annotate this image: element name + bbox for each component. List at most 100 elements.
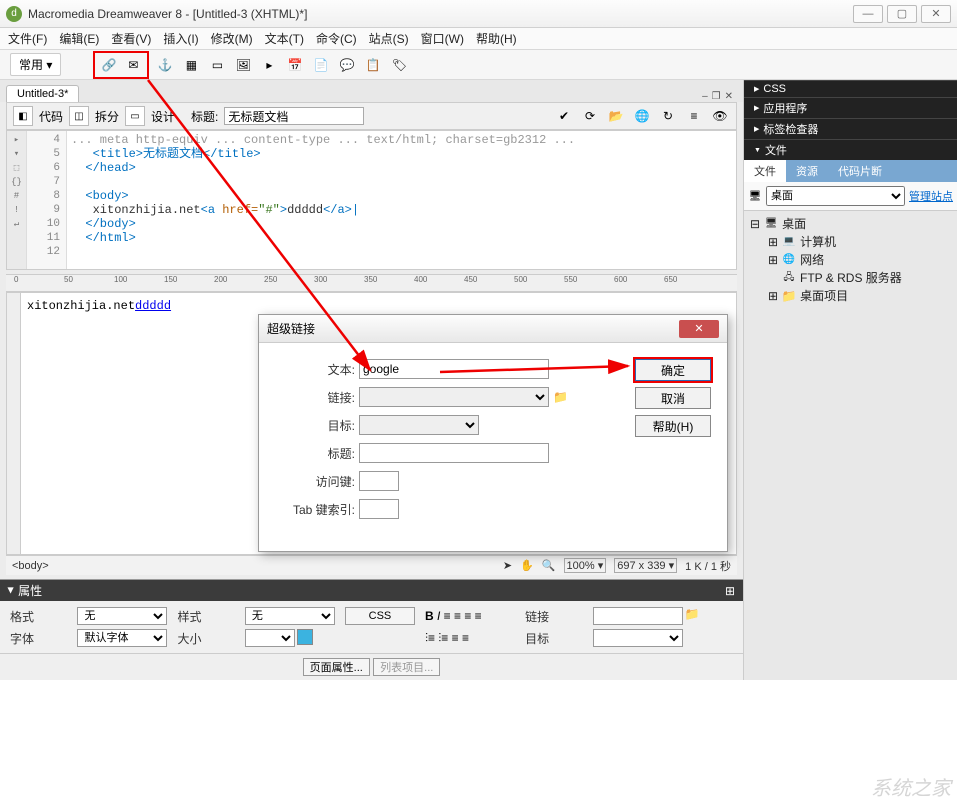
doc-minimize-icon[interactable]: – bbox=[702, 91, 708, 102]
file-mgmt-icon[interactable]: 📂 bbox=[606, 106, 626, 126]
dlg-help-button[interactable]: 帮助(H) bbox=[635, 415, 711, 437]
tab-snippets[interactable]: 代码片断 bbox=[828, 160, 892, 182]
hand-tool-icon[interactable]: ✋ bbox=[520, 559, 534, 572]
manage-site-link[interactable]: 管理站点 bbox=[909, 188, 953, 204]
comment-icon[interactable]: 💬 bbox=[337, 55, 357, 75]
menu-help[interactable]: 帮助(H) bbox=[476, 30, 517, 47]
code-expand-icon[interactable]: ▾ bbox=[14, 149, 19, 159]
dlg-title-input[interactable] bbox=[359, 443, 549, 463]
menu-file[interactable]: 文件(F) bbox=[8, 30, 47, 47]
table-icon[interactable]: ▦ bbox=[181, 55, 201, 75]
menu-window[interactable]: 窗口(W) bbox=[421, 30, 464, 47]
balance-braces-icon[interactable]: {} bbox=[11, 177, 22, 187]
validate-icon[interactable]: ✔ bbox=[554, 106, 574, 126]
window-size-select[interactable]: 697 x 339 ▾ bbox=[614, 558, 677, 573]
link-input[interactable] bbox=[593, 607, 683, 625]
doc-close-icon[interactable]: ✕ bbox=[725, 91, 733, 102]
close-button[interactable]: ✕ bbox=[921, 5, 951, 23]
size-label: 大小 bbox=[177, 630, 234, 647]
css-button[interactable]: CSS bbox=[345, 607, 415, 625]
italic-button[interactable]: I bbox=[437, 609, 440, 623]
menu-site[interactable]: 站点(S) bbox=[369, 30, 409, 47]
bold-button[interactable]: B bbox=[425, 609, 434, 623]
design-view-label[interactable]: 设计 bbox=[151, 108, 175, 125]
image-icon[interactable]: 🖼 bbox=[233, 55, 253, 75]
zoom-select[interactable]: 100% ▾ bbox=[564, 558, 607, 573]
layer-icon[interactable]: ▭ bbox=[207, 55, 227, 75]
style-select[interactable]: 无 bbox=[245, 607, 335, 625]
dlg-accesskey-input[interactable] bbox=[359, 471, 399, 491]
split-view-button[interactable]: ◫ bbox=[69, 106, 89, 126]
panel-tag-inspector[interactable]: 标签检查器 bbox=[744, 118, 957, 139]
zoom-tool-icon[interactable]: 🔍 bbox=[542, 559, 556, 572]
highlight-invalid-icon[interactable]: ! bbox=[14, 205, 19, 215]
list-item-button[interactable]: 列表项目... bbox=[373, 658, 440, 676]
dlg-ok-button[interactable]: 确定 bbox=[635, 359, 711, 381]
code-body[interactable]: ... meta http-equiv ... content-type ...… bbox=[67, 131, 736, 269]
browser-check-icon[interactable]: ⟳ bbox=[580, 106, 600, 126]
dialog-close-button[interactable]: ✕ bbox=[679, 320, 719, 338]
date-icon[interactable]: 📅 bbox=[285, 55, 305, 75]
target-label: 目标 bbox=[525, 630, 582, 647]
menu-view[interactable]: 查看(V) bbox=[111, 30, 151, 47]
size-select[interactable] bbox=[245, 629, 295, 647]
email-link-icon[interactable]: ✉ bbox=[123, 55, 143, 75]
select-parent-icon[interactable]: ⬚ bbox=[14, 163, 19, 173]
insert-category-select[interactable]: 常用 ▾ bbox=[10, 53, 61, 76]
tag-chooser-icon[interactable]: 🏷 bbox=[389, 55, 409, 75]
tab-assets[interactable]: 资源 bbox=[786, 160, 828, 182]
menu-modify[interactable]: 修改(M) bbox=[211, 30, 253, 47]
dlg-text-input[interactable] bbox=[359, 359, 549, 379]
format-select[interactable]: 无 bbox=[77, 607, 167, 625]
panel-app[interactable]: 应用程序 bbox=[744, 97, 957, 118]
tab-files[interactable]: 文件 bbox=[744, 160, 786, 182]
page-properties-button[interactable]: 页面属性... bbox=[303, 658, 370, 676]
panel-files[interactable]: 文件 bbox=[744, 139, 957, 160]
browse-folder-icon[interactable]: 📁 bbox=[685, 607, 700, 625]
named-anchor-icon[interactable]: ⚓ bbox=[155, 55, 175, 75]
document-tab[interactable]: Untitled-3* bbox=[6, 85, 79, 102]
code-collapse-icon[interactable]: ▸ bbox=[14, 135, 19, 145]
maximize-button[interactable]: ▢ bbox=[887, 5, 917, 23]
refresh-icon[interactable]: ↻ bbox=[658, 106, 678, 126]
view-options-icon[interactable]: ≡ bbox=[684, 106, 704, 126]
word-wrap-icon[interactable]: ↵ bbox=[14, 219, 19, 229]
dlg-cancel-button[interactable]: 取消 bbox=[635, 387, 711, 409]
design-link[interactable]: ddddd bbox=[135, 299, 171, 313]
properties-header[interactable]: 属性⊞ bbox=[0, 580, 743, 601]
code-view-button[interactable]: ◧ bbox=[13, 106, 33, 126]
document-title-input[interactable] bbox=[224, 107, 364, 125]
code-view-label[interactable]: 代码 bbox=[39, 108, 63, 125]
templates-icon[interactable]: 📋 bbox=[363, 55, 383, 75]
panel-css[interactable]: CSS bbox=[744, 80, 957, 97]
menu-insert[interactable]: 插入(I) bbox=[163, 30, 198, 47]
menu-edit[interactable]: 编辑(E) bbox=[59, 30, 99, 47]
dlg-link-select[interactable] bbox=[359, 387, 549, 407]
design-view-button[interactable]: ▭ bbox=[125, 106, 145, 126]
file-tree[interactable]: ⊟🖥桌面 ⊞💻计算机 ⊞🌐网络 🖧FTP & RDS 服务器 ⊞📁桌面项目 bbox=[744, 211, 957, 309]
line-numbers-icon[interactable]: # bbox=[14, 191, 19, 201]
menu-text[interactable]: 文本(T) bbox=[265, 30, 304, 47]
split-view-label[interactable]: 拆分 bbox=[95, 108, 119, 125]
hyperlink-icon[interactable]: 🔗 bbox=[99, 55, 119, 75]
select-tool-icon[interactable]: ➤ bbox=[503, 559, 512, 572]
color-swatch[interactable] bbox=[297, 629, 313, 645]
visual-aids-icon[interactable]: 👁 bbox=[710, 106, 730, 126]
code-pane[interactable]: ▸ ▾ ⬚ {} # ! ↵ 456789101112 ... meta htt… bbox=[6, 130, 737, 270]
font-select[interactable]: 默认字体 bbox=[77, 629, 167, 647]
site-select[interactable]: 桌面 bbox=[766, 186, 905, 206]
server-include-icon[interactable]: 📄 bbox=[311, 55, 331, 75]
menu-command[interactable]: 命令(C) bbox=[316, 30, 357, 47]
media-icon[interactable]: ▸ bbox=[259, 55, 279, 75]
style-label: 样式 bbox=[177, 608, 234, 625]
minimize-button[interactable]: — bbox=[853, 5, 883, 23]
dlg-text-label: 文本: bbox=[275, 361, 359, 378]
dlg-browse-icon[interactable]: 📁 bbox=[553, 390, 568, 404]
preview-icon[interactable]: 🌐 bbox=[632, 106, 652, 126]
doc-restore-icon[interactable]: ❐ bbox=[712, 91, 721, 102]
dlg-tabindex-input[interactable] bbox=[359, 499, 399, 519]
target-select[interactable] bbox=[593, 629, 683, 647]
list-buttons[interactable]: ⫶≡ ⫶≡ ≡ ≡ bbox=[425, 631, 515, 646]
dlg-target-select[interactable] bbox=[359, 415, 479, 435]
tag-selector[interactable]: <body> bbox=[12, 560, 49, 572]
